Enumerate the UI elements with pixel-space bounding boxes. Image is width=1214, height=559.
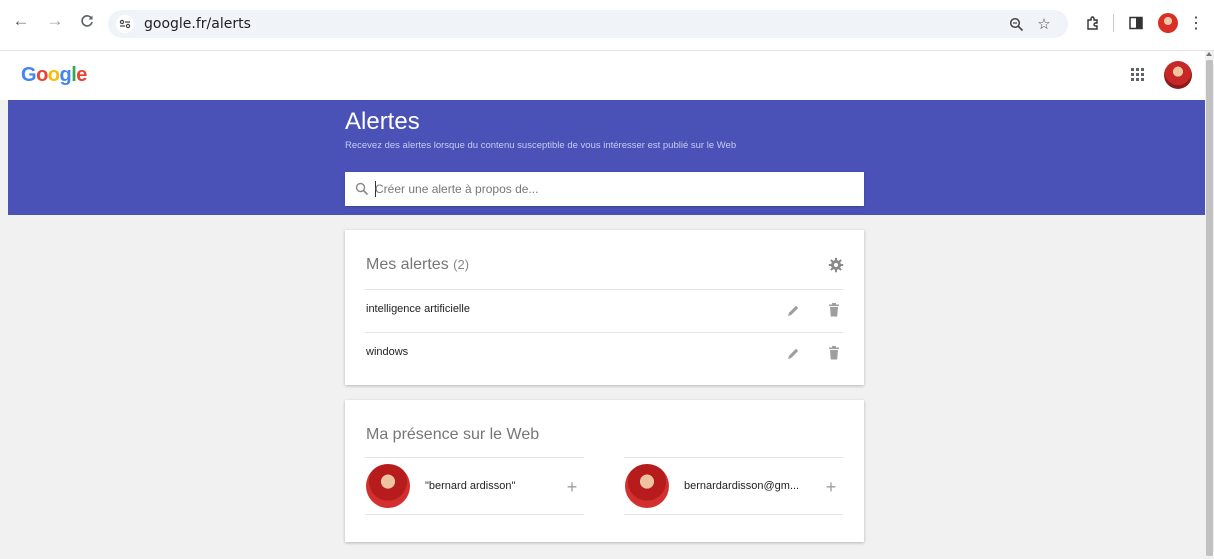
profile-avatar[interactable] <box>1158 13 1178 33</box>
create-alert-input[interactable] <box>375 179 855 199</box>
account-avatar[interactable] <box>1164 61 1192 89</box>
logo-letter: o <box>47 64 60 86</box>
forward-arrow-icon[interactable]: → <box>44 10 66 32</box>
trash-icon[interactable] <box>828 346 840 360</box>
back-arrow-icon[interactable]: ← <box>10 10 32 32</box>
plus-icon[interactable]: + <box>823 478 839 496</box>
presence-email: bernardardisson@gm... <box>684 480 800 492</box>
presence-avatar <box>625 464 669 508</box>
row-divider <box>624 457 843 458</box>
row-divider <box>365 514 584 515</box>
create-alert-box[interactable] <box>345 172 864 206</box>
logo-letter: G <box>21 64 37 86</box>
alert-item-label[interactable]: windows <box>366 346 408 358</box>
web-presence-title: Ma présence sur le Web <box>366 426 540 443</box>
more-menu-icon[interactable]: ⋮ <box>1186 12 1206 34</box>
logo-letter: e <box>76 64 87 86</box>
web-presence-card: Ma présence sur le Web "bernard ardisson… <box>345 400 864 542</box>
row-divider <box>365 289 843 290</box>
logo-letter: o <box>36 64 48 86</box>
row-divider <box>365 332 843 333</box>
url-text[interactable]: google.fr/alerts <box>144 16 251 32</box>
google-logo[interactable]: Google <box>21 64 87 87</box>
page-title: Alertes <box>345 108 420 135</box>
apps-grid-icon[interactable] <box>1128 65 1148 85</box>
row-divider <box>624 514 843 515</box>
alert-count: (2) <box>453 257 470 272</box>
toolbar-separator <box>1113 14 1114 32</box>
extensions-icon[interactable] <box>1083 12 1103 34</box>
address-bar[interactable]: google.fr/alerts ☆ <box>108 10 1068 38</box>
trash-icon[interactable] <box>828 303 840 317</box>
page-subtitle: Recevez des alertes lorsque du contenu s… <box>345 140 737 151</box>
gear-icon[interactable] <box>828 257 844 273</box>
browser-toolbar: ← → google.fr/alerts ☆ ⋮ <box>0 0 1214 51</box>
pencil-icon[interactable] <box>786 347 800 361</box>
google-header: Google <box>0 51 1205 100</box>
search-icon <box>355 182 369 196</box>
pencil-icon[interactable] <box>786 304 800 318</box>
row-divider <box>365 457 584 458</box>
alert-item-label[interactable]: intelligence artificielle <box>366 303 470 315</box>
site-settings-icon[interactable] <box>116 15 134 33</box>
my-alerts-title-text: Mes alertes <box>366 256 449 273</box>
reload-icon[interactable] <box>76 10 98 32</box>
my-alerts-title: Mes alertes (2) <box>366 256 469 274</box>
scrollbar-thumb[interactable] <box>1206 60 1213 556</box>
my-alerts-card: Mes alertes (2) intelligence artificiell… <box>345 230 864 385</box>
bookmark-star-icon[interactable]: ☆ <box>1034 14 1054 34</box>
zoom-icon[interactable] <box>1006 14 1026 34</box>
logo-letter: g <box>59 64 72 86</box>
plus-icon[interactable]: + <box>564 478 580 496</box>
side-panel-icon[interactable] <box>1126 12 1146 34</box>
presence-avatar <box>366 464 410 508</box>
presence-name: "bernard ardisson" <box>425 480 516 492</box>
scroll-up-arrow-icon[interactable] <box>1206 52 1212 56</box>
